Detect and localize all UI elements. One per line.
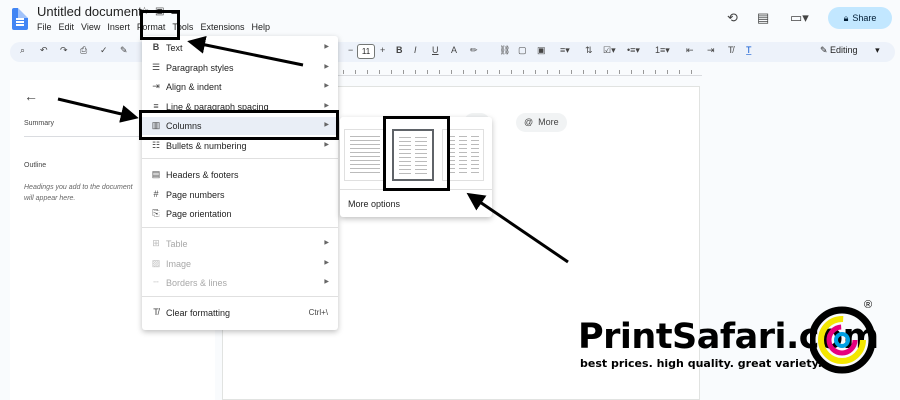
arrow-to-format-menu xyxy=(187,35,304,67)
arrow-to-two-columns xyxy=(466,192,569,264)
printsafari-logo: PrintSafari.com best prices. high qualit… xyxy=(578,299,900,400)
arrow-to-columns xyxy=(57,97,139,123)
logo-rings-icon xyxy=(810,306,876,374)
logo-tagline: best prices. high quality. great variety… xyxy=(580,357,822,370)
registered-mark-icon: ® xyxy=(864,299,873,311)
